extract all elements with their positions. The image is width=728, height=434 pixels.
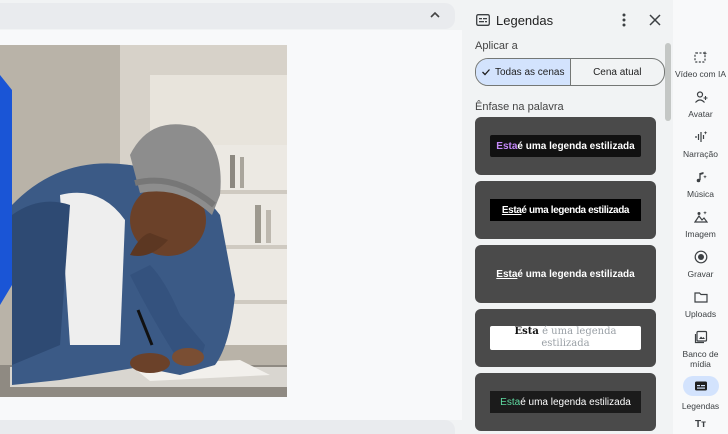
timeline-strip bbox=[0, 420, 455, 434]
rail-item-avatar[interactable]: Avatar bbox=[673, 90, 728, 119]
media-bank-icon bbox=[694, 330, 707, 344]
ai-video-icon bbox=[693, 51, 707, 63]
apply-to-label: Aplicar a bbox=[475, 40, 518, 52]
panel-title: Legendas bbox=[496, 13, 554, 28]
text-icon: Tт bbox=[694, 419, 706, 430]
caption-style-card[interactable]: Esta é uma legenda estilizada bbox=[475, 181, 656, 239]
rail-label: Legendas bbox=[681, 401, 720, 411]
rail-label: Narração bbox=[683, 149, 718, 159]
rail-label: Uploads bbox=[684, 309, 717, 319]
panel-header: Legendas bbox=[465, 3, 673, 39]
rail-label: Gravar bbox=[687, 269, 714, 279]
caption-style-card[interactable]: Esta é uma legenda estilizada bbox=[475, 373, 656, 431]
scope-toggle: Todas as cenas Cena atual bbox=[475, 58, 665, 86]
rail-item-image[interactable]: Imagem bbox=[673, 210, 728, 239]
caption-style-preview: Esta é uma legenda estilizada bbox=[496, 268, 635, 280]
caption-style-card[interactable]: Esta é uma legenda estilizada bbox=[475, 245, 656, 303]
scene-toolbar bbox=[0, 3, 455, 29]
music-icon bbox=[696, 172, 707, 183]
caption-style-card[interactable]: Esta é uma legenda estilizada bbox=[475, 309, 656, 367]
rail-item-text[interactable]: Tт bbox=[673, 420, 728, 430]
word-emphasis-label: Ênfase na palavra bbox=[475, 101, 564, 113]
caption-style-card[interactable]: Esta é uma legenda estilizada bbox=[475, 117, 656, 175]
scene-image[interactable] bbox=[0, 45, 287, 397]
record-icon bbox=[694, 250, 707, 264]
active-indicator bbox=[682, 376, 719, 396]
captions-panel: Legendas Aplicar a Todas as cenas Cena a… bbox=[465, 3, 673, 434]
rail-item-captions[interactable]: Legendas bbox=[673, 376, 728, 411]
canvas-area bbox=[0, 30, 462, 420]
rail-item-record[interactable]: Gravar bbox=[673, 250, 728, 279]
rail-item-ai-video[interactable]: Vídeo com IA bbox=[673, 50, 728, 79]
chevron-up-icon[interactable] bbox=[429, 9, 441, 21]
caption-style-preview: Esta é uma legenda estilizada bbox=[490, 199, 641, 221]
rail-label: Imagem bbox=[685, 229, 716, 239]
rail-label: Vídeo com IA bbox=[674, 69, 727, 79]
close-icon[interactable] bbox=[648, 13, 662, 27]
rail-item-media-bank[interactable]: Banco de mídia bbox=[673, 330, 728, 369]
current-scene-label: Cena atual bbox=[593, 66, 642, 78]
tools-rail: Vídeo com IA Avatar Narração Música Imag… bbox=[673, 0, 728, 434]
rail-item-narration[interactable]: Narração bbox=[673, 130, 728, 159]
rail-label: Avatar bbox=[688, 109, 713, 119]
rail-label: Música bbox=[687, 189, 714, 199]
more-options-icon[interactable] bbox=[617, 12, 631, 28]
captions-icon bbox=[694, 381, 707, 391]
current-scene-option[interactable]: Cena atual bbox=[571, 59, 665, 85]
rail-item-uploads[interactable]: Uploads bbox=[673, 290, 728, 319]
caption-style-preview: Esta é uma legenda estilizada bbox=[490, 135, 641, 157]
avatar-icon bbox=[694, 91, 707, 103]
folder-icon bbox=[693, 292, 708, 303]
rail-label: Banco de mídia bbox=[682, 349, 719, 369]
panel-scrollbar[interactable] bbox=[665, 43, 671, 121]
check-icon bbox=[482, 69, 490, 76]
narration-icon bbox=[694, 131, 707, 142]
all-scenes-option[interactable]: Todas as cenas bbox=[476, 59, 571, 85]
caption-style-preview: Esta é uma legenda estilizada bbox=[490, 326, 641, 350]
all-scenes-label: Todas as cenas bbox=[495, 66, 565, 78]
caption-style-preview: Esta é uma legenda estilizada bbox=[490, 391, 641, 413]
captions-icon bbox=[476, 14, 490, 26]
rail-item-music[interactable]: Música bbox=[673, 170, 728, 199]
image-icon bbox=[693, 211, 708, 223]
